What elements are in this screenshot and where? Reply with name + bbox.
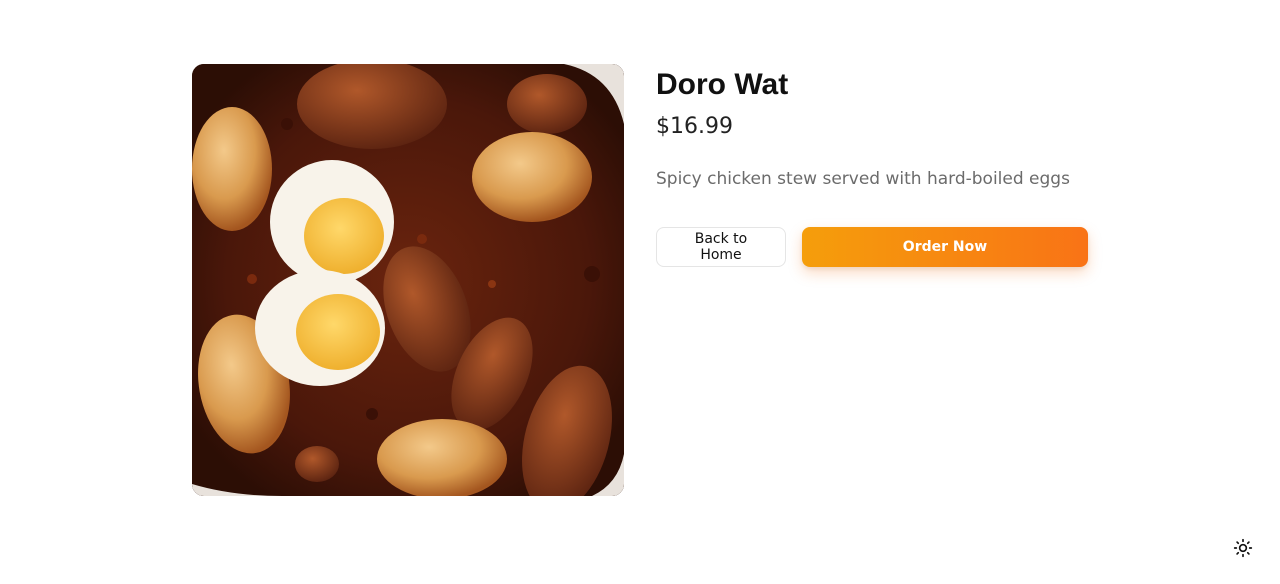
sun-icon bbox=[1233, 538, 1253, 558]
action-bar: Back to Home Order Now bbox=[656, 227, 1088, 267]
product-description: Spicy chicken stew served with hard-boil… bbox=[656, 169, 1070, 189]
theme-toggle-button[interactable] bbox=[1232, 537, 1254, 559]
product-info: Doro Wat $16.99 Spicy chicken stew serve… bbox=[656, 64, 1088, 496]
product-price: $16.99 bbox=[656, 114, 733, 139]
page: Doro Wat $16.99 Spicy chicken stew serve… bbox=[0, 0, 1280, 584]
doro-wat-photo bbox=[192, 64, 624, 496]
product-image bbox=[192, 64, 624, 496]
product-title: Doro Wat bbox=[656, 68, 789, 101]
back-to-home-button[interactable]: Back to Home bbox=[656, 227, 786, 267]
product-detail: Doro Wat $16.99 Spicy chicken stew serve… bbox=[192, 64, 1088, 496]
order-now-button[interactable]: Order Now bbox=[801, 227, 1088, 267]
